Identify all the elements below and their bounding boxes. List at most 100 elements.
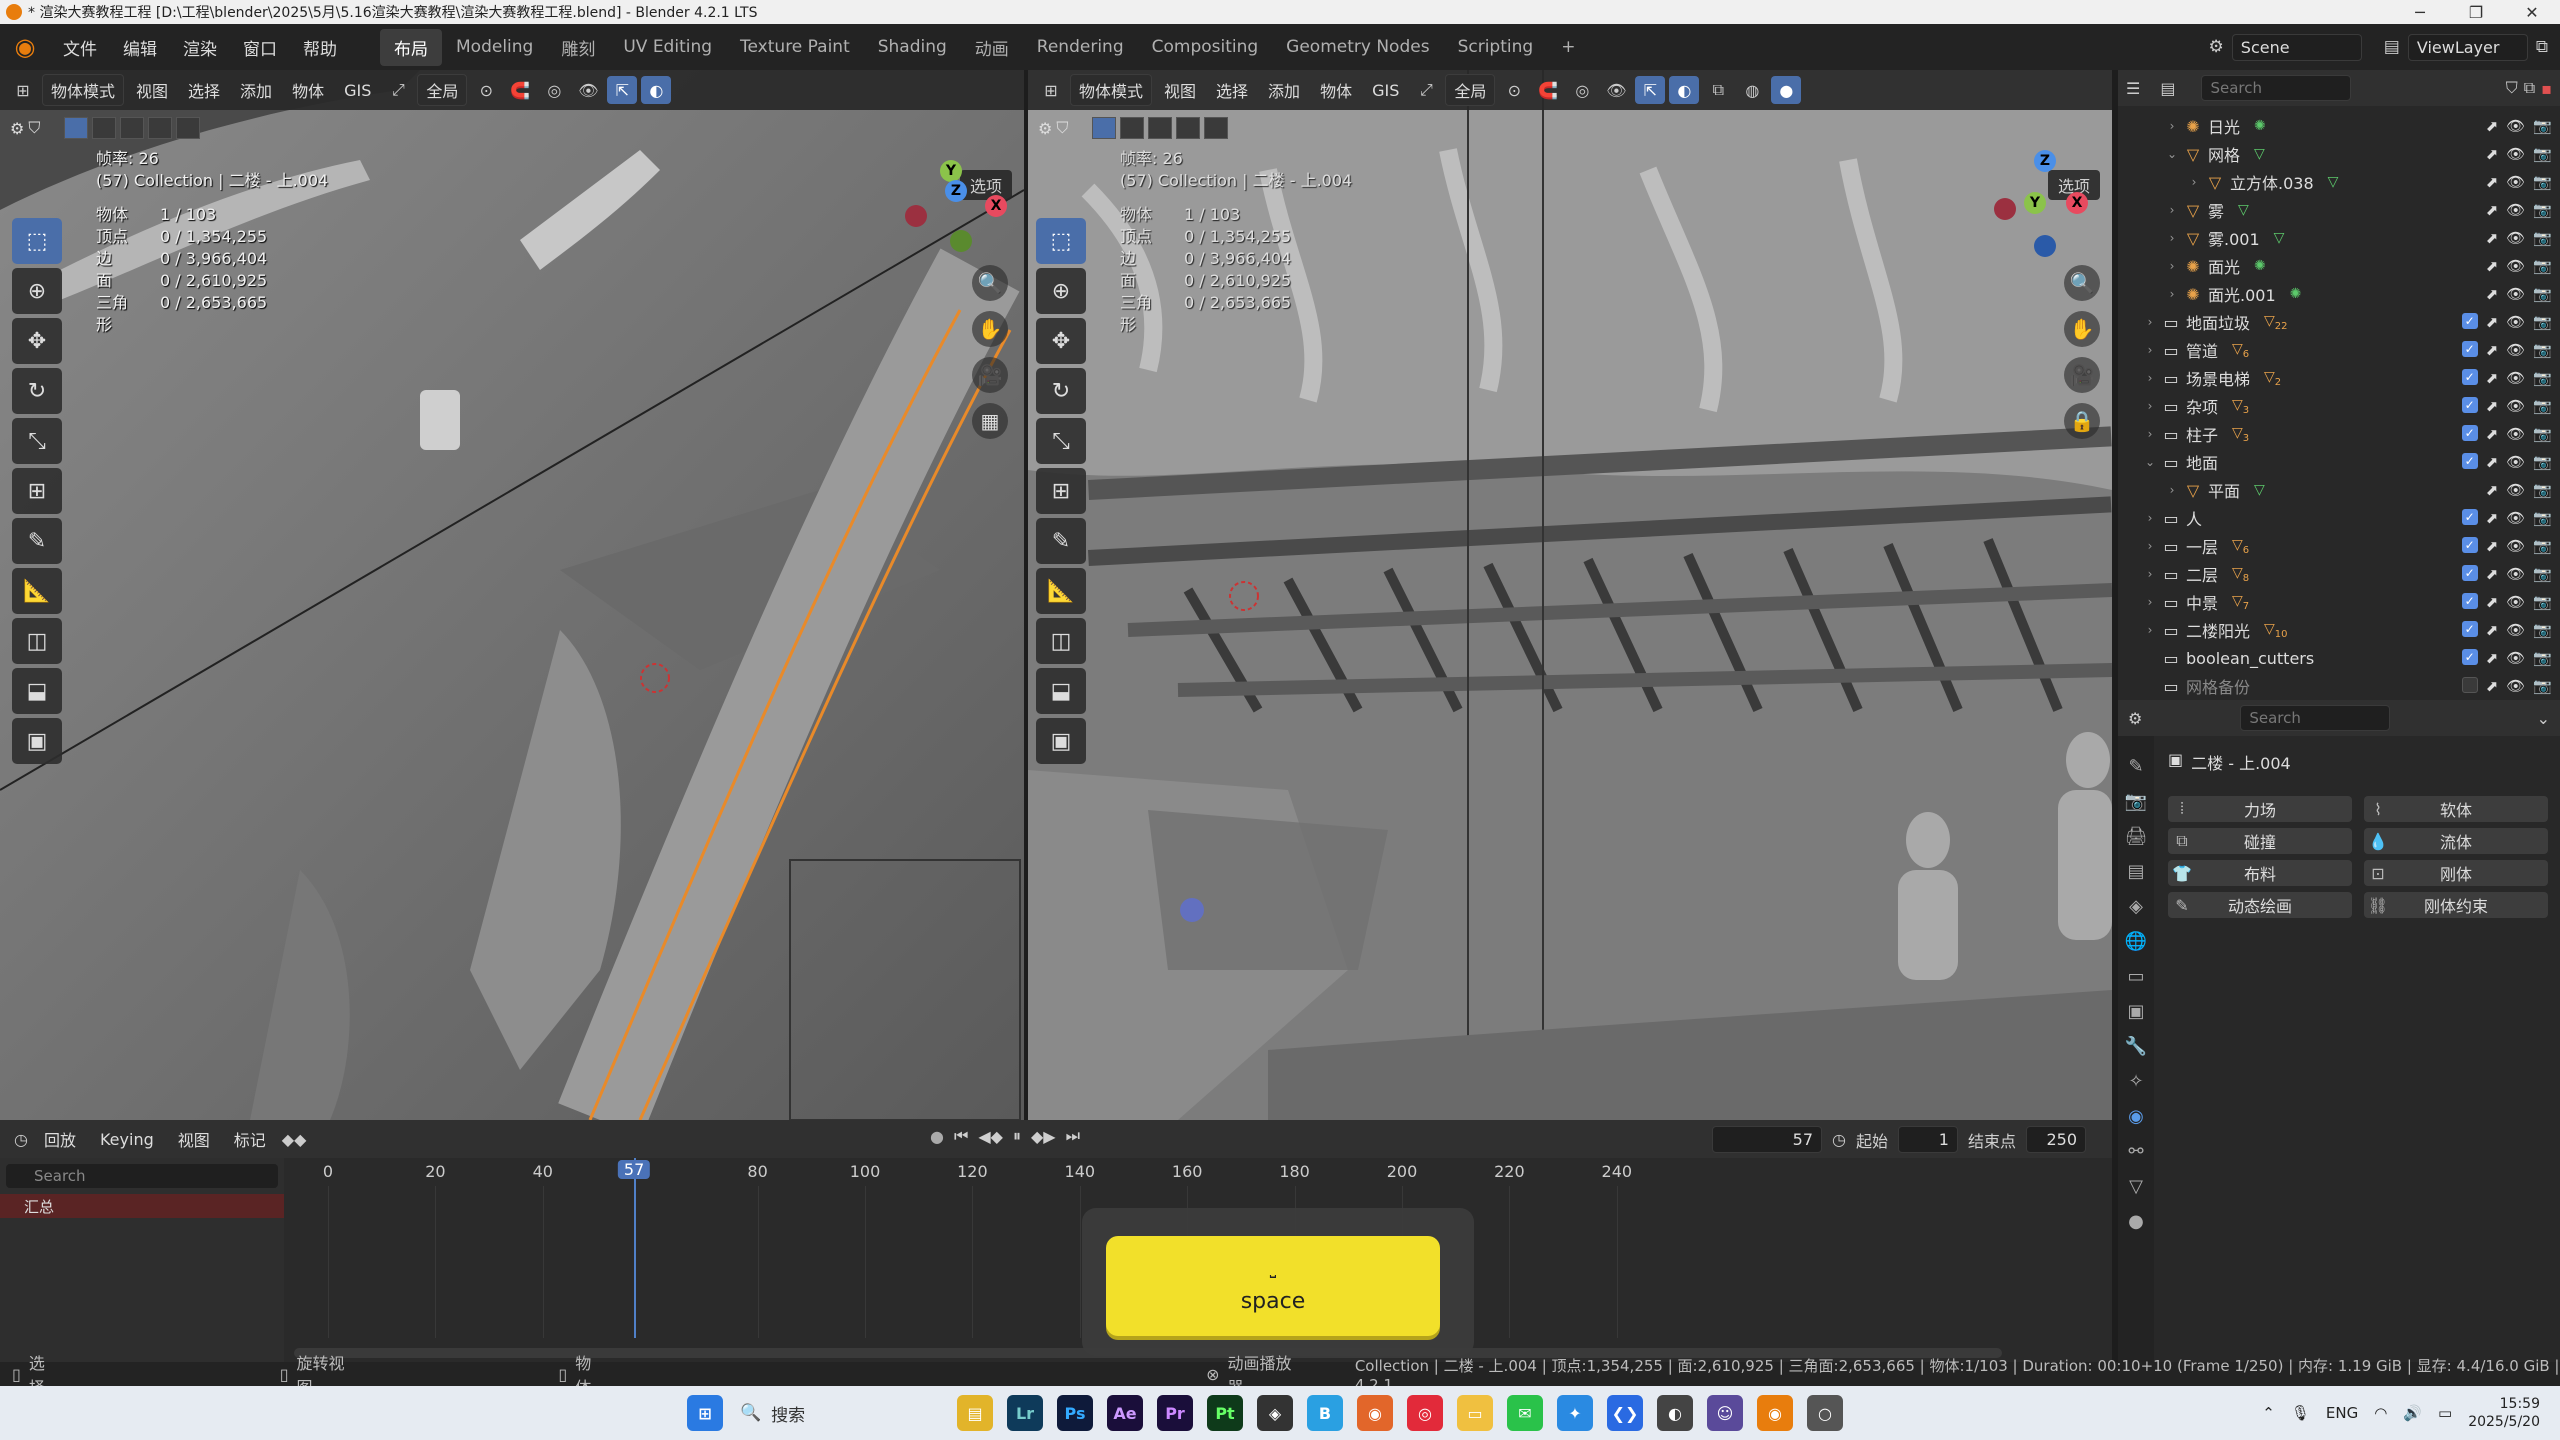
expand-arrow-icon[interactable]: ⌄ [2140, 455, 2160, 469]
outliner-row[interactable]: › ▭ 一层 ▽6 ✓ ⬈ 👁 📷 [2118, 532, 2560, 560]
select-arrow-icon[interactable]: ⬈ [2486, 257, 2499, 275]
overlay-toggle-icon[interactable]: ◐ [1669, 76, 1700, 104]
camera-icon[interactable]: 📷 [2533, 229, 2552, 247]
outliner-row[interactable]: › ▽ 平面 ▽ ⬈ 👁 📷 [2118, 476, 2560, 504]
physics-button[interactable]: ⧉ 碰撞 [2168, 828, 2352, 854]
select-mode-new[interactable] [1092, 117, 1117, 139]
physics-button[interactable]: 👕 布料 [2168, 860, 2352, 886]
exclude-checkbox[interactable]: ✓ [2461, 537, 2478, 553]
outliner-row[interactable]: › ✺ 面光 ✺ ⬈ 👁 📷 [2118, 252, 2560, 280]
expand-arrow-icon[interactable]: › [2162, 287, 2182, 301]
select-mode-intersect[interactable] [1204, 117, 1229, 139]
eye-icon[interactable]: 👁 [2506, 537, 2525, 555]
eye-icon[interactable]: 👁 [2506, 565, 2525, 583]
expand-arrow-icon[interactable]: › [2162, 203, 2182, 217]
current-frame-field[interactable]: 57 [1712, 1126, 1822, 1153]
menu-object[interactable]: 物体 [1312, 75, 1360, 105]
camera-icon[interactable]: 📷 [2533, 481, 2552, 499]
outliner-row[interactable]: › ▽ 雾.001 ▽ ⬈ 👁 📷 [2118, 224, 2560, 252]
outliner-row[interactable]: ⌄ ▽ 网格 ▽ ⬈ 👁 📷 [2118, 140, 2560, 168]
transform-tool-icon[interactable]: ⊞ [1036, 468, 1086, 514]
properties-search-input[interactable]: Search [2240, 705, 2391, 731]
camera-icon[interactable]: 📷 [2533, 453, 2552, 471]
select-arrow-icon[interactable]: ⬈ [2486, 229, 2499, 247]
gizmo-y-axis[interactable]: Y [940, 160, 962, 182]
physics-button[interactable]: 💧 流体 [2364, 828, 2548, 854]
select-arrow-icon[interactable]: ⬈ [2486, 481, 2499, 499]
select-mode-subtract[interactable] [1148, 117, 1173, 139]
painter-app-icon[interactable]: Pt [1207, 1395, 1243, 1431]
scene-field[interactable]: Scene [2231, 33, 2362, 61]
menu-marker[interactable]: 标记 [226, 1125, 274, 1153]
outliner-row[interactable]: › ▭ 中景 ▽7 ✓ ⬈ 👁 📷 [2118, 588, 2560, 616]
camera-icon[interactable]: 📷 [2533, 621, 2552, 639]
outliner-item-label[interactable]: 一层 [2186, 534, 2218, 558]
end-frame-field[interactable]: 250 [2026, 1126, 2086, 1153]
transform-orientation-icon[interactable]: ⤢ [383, 76, 413, 104]
filter-icon[interactable]: ⛉ [28, 118, 40, 138]
camera-icon[interactable]: 📷 [2533, 537, 2552, 555]
view-layer-tab-icon[interactable]: ▤ [2127, 861, 2144, 882]
pan-hand-icon[interactable]: ✋ [972, 311, 1008, 347]
exclude-checkbox[interactable]: ✓ [2461, 621, 2478, 637]
exclude-checkbox[interactable]: ✓ [2461, 453, 2478, 469]
tab-layout[interactable]: 布局 [380, 28, 442, 66]
camera-icon[interactable]: 📷 [2533, 313, 2552, 331]
expand-arrow-icon[interactable]: › [2140, 399, 2160, 413]
expand-arrow-icon[interactable]: › [2162, 119, 2182, 133]
select-arrow-icon[interactable]: ⬈ [2486, 397, 2499, 415]
tab-scripting[interactable]: Scripting [1444, 31, 1548, 63]
exclude-checkbox[interactable]: ✓ [2461, 341, 2478, 357]
transform-tool-icon[interactable]: ⊞ [12, 468, 62, 514]
menu-object[interactable]: 物体 [284, 75, 332, 105]
gizmo-y-axis[interactable]: Y [2024, 192, 2046, 214]
expand-arrow-icon[interactable]: › [2140, 511, 2160, 525]
outliner-item-label[interactable]: 面光 [2208, 254, 2240, 278]
expand-arrow-icon[interactable]: › [2140, 567, 2160, 581]
menu-view[interactable]: 视图 [1156, 75, 1204, 105]
exclude-checkbox[interactable]: ✓ [2461, 313, 2478, 329]
exclude-checkbox[interactable] [2461, 677, 2478, 693]
select-arrow-icon[interactable]: ⬈ [2486, 509, 2499, 527]
menu-gis[interactable]: GIS [336, 78, 379, 103]
outliner-item-label[interactable]: 立方体.038 [2230, 170, 2314, 194]
gizmo-neg-x-axis[interactable] [1994, 198, 2016, 220]
select-arrow-icon[interactable]: ⬈ [2486, 453, 2499, 471]
outliner-item-label[interactable]: 人 [2186, 506, 2202, 530]
eye-icon[interactable]: 👁 [2506, 145, 2525, 163]
outliner-row[interactable]: ▭ boolean_cutters ✓ ⬈ 👁 📷 [2118, 644, 2560, 672]
annotate-tool-icon[interactable]: ✎ [1036, 518, 1086, 564]
outliner-row[interactable]: › ▭ 二楼阳光 ▽10 ✓ ⬈ 👁 📷 [2118, 616, 2560, 644]
expand-arrow-icon[interactable]: › [2162, 231, 2182, 245]
physics-button[interactable]: ⊡ 刚体 [2364, 860, 2548, 886]
camera-icon[interactable]: 📷 [2533, 677, 2552, 695]
new-view-layer-icon[interactable]: ⧉ [2536, 37, 2548, 57]
overlay-toggle-icon[interactable]: ◐ [641, 76, 672, 104]
exclude-checkbox[interactable]: ✓ [2461, 565, 2478, 581]
filter-icon[interactable]: ⛉ [2506, 78, 2518, 98]
camera-icon[interactable]: 📷 [2533, 509, 2552, 527]
expand-arrow-icon[interactable]: › [2140, 315, 2160, 329]
select-mode-extend[interactable] [92, 117, 117, 139]
eye-icon[interactable]: 👁 [2506, 173, 2525, 191]
select-arrow-icon[interactable]: ⬈ [2486, 621, 2499, 639]
record-icon[interactable]: ● [930, 1127, 944, 1146]
tool-tab-icon[interactable]: ✎ [2128, 756, 2143, 777]
exclude-checkbox[interactable]: ✓ [2461, 593, 2478, 609]
filter-icon[interactable]: ⛉ [1056, 118, 1068, 138]
exclude-checkbox[interactable]: ✓ [2461, 397, 2478, 413]
netease-app-icon[interactable]: ◎ [1407, 1395, 1443, 1431]
menu-select[interactable]: 选择 [180, 75, 228, 105]
after-effects-app-icon[interactable]: Ae [1107, 1395, 1143, 1431]
close-button[interactable]: ✕ [2504, 3, 2560, 22]
clock-icon[interactable]: ◷ [1832, 1130, 1846, 1149]
gizmo-neg-x-axis[interactable] [905, 205, 927, 227]
menu-keying[interactable]: Keying [92, 1128, 162, 1151]
navigation-gizmo[interactable]: Y Z X [900, 160, 1010, 270]
eye-icon[interactable]: 👁 [2506, 677, 2525, 695]
camera-icon[interactable]: 📷 [2533, 649, 2552, 667]
gizmo-x-axis[interactable]: X [2066, 192, 2088, 214]
gizmo-neg-z-axis[interactable] [2034, 235, 2056, 257]
tab-shading[interactable]: Shading [864, 31, 961, 63]
measure-tool-icon[interactable]: 📐 [12, 568, 62, 614]
